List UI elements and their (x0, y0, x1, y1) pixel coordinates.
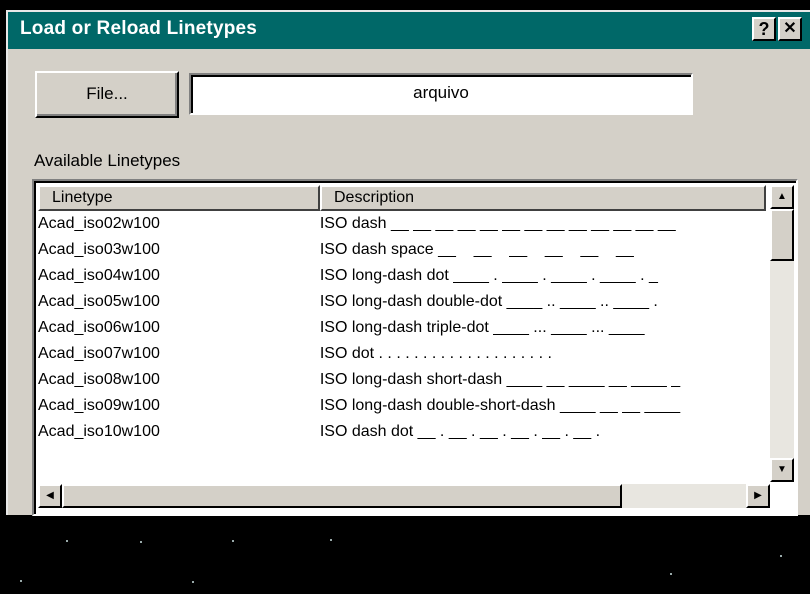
linetype-description: ISO long-dash dot ____ . ____ . ____ . _… (319, 267, 658, 284)
list-item[interactable]: Acad_iso04w100 ISO long-dash dot ____ . _… (38, 263, 766, 289)
vertical-scroll-thumb[interactable] (770, 209, 794, 261)
linetype-name: Acad_iso06w100 (38, 319, 160, 336)
horizontal-scroll-thumb[interactable] (62, 484, 622, 508)
scroll-up-icon[interactable]: ▲ (770, 185, 794, 209)
linetype-name: Acad_iso05w100 (38, 293, 160, 310)
linetype-description: ISO long-dash triple-dot ____ ... ____ .… (319, 319, 645, 336)
vertical-scrollbar[interactable]: ▲ ▼ (770, 185, 794, 482)
file-button-label: File... (86, 84, 128, 103)
background-area (0, 515, 810, 594)
linetype-name: Acad_iso03w100 (38, 241, 160, 258)
list-item[interactable]: Acad_iso07w100 ISO dot . . . . . . . . . … (38, 341, 766, 367)
column-header-description[interactable]: Description (320, 185, 766, 211)
linetype-name: Acad_iso09w100 (38, 397, 160, 414)
linetype-description: ISO dot . . . . . . . . . . . . . . . . … (319, 345, 552, 362)
linetype-description: ISO long-dash double-short-dash ____ __ … (319, 397, 681, 414)
list-item[interactable]: Acad_iso03w100 ISO dash space __ __ __ __… (38, 237, 766, 263)
linetype-description: ISO dash __ __ __ __ __ __ __ __ __ __ _… (319, 215, 676, 232)
linetype-description: ISO long-dash short-dash ____ __ ____ __… (319, 371, 681, 388)
list-item[interactable]: Acad_iso08w100 ISO long-dash short-dash _… (38, 367, 766, 393)
list-item[interactable]: Acad_iso06w100 ISO long-dash triple-dot _… (38, 315, 766, 341)
list-rows: Acad_iso02w100 ISO dash __ __ __ __ __ __… (38, 211, 766, 445)
scroll-down-icon[interactable]: ▼ (770, 458, 794, 482)
linetype-name: Acad_iso08w100 (38, 371, 160, 388)
close-button[interactable]: ✕ (778, 17, 802, 41)
linetype-description: ISO dash space __ __ __ __ __ __ (319, 241, 634, 258)
file-button[interactable]: File... (35, 71, 179, 118)
scroll-right-icon[interactable]: ▶ (746, 484, 770, 508)
linetype-name: Acad_iso02w100 (38, 215, 160, 232)
load-linetypes-dialog: Load or Reload Linetypes ? ✕ File... arq… (6, 10, 810, 516)
filename-field[interactable]: arquivo (189, 73, 693, 115)
linetype-list[interactable]: Linetype Description Acad_iso02w100 ISO d… (32, 179, 798, 516)
available-linetypes-label: Available Linetypes (34, 151, 181, 170)
linetype-name: Acad_iso04w100 (38, 267, 160, 284)
list-item[interactable]: Acad_iso10w100 ISO dash dot __ . __ . __ … (38, 419, 766, 445)
list-item[interactable]: Acad_iso09w100 ISO long-dash double-short… (38, 393, 766, 419)
title-bar: Load or Reload Linetypes ? ✕ (8, 12, 810, 49)
dialog-title: Load or Reload Linetypes (20, 18, 258, 39)
linetype-description: ISO dash dot __ . __ . __ . __ . __ . __… (319, 423, 601, 440)
scroll-left-icon[interactable]: ◀ (38, 484, 62, 508)
list-item[interactable]: Acad_iso02w100 ISO dash __ __ __ __ __ __… (38, 211, 766, 237)
linetype-name: Acad_iso07w100 (38, 345, 160, 362)
list-header: Linetype Description (38, 185, 766, 211)
column-header-linetype[interactable]: Linetype (38, 185, 320, 211)
list-item[interactable]: Acad_iso05w100 ISO long-dash double-dot _… (38, 289, 766, 315)
help-button[interactable]: ? (752, 17, 776, 41)
linetype-description: ISO long-dash double-dot ____ .. ____ ..… (319, 293, 658, 310)
linetype-name: Acad_iso10w100 (38, 423, 160, 440)
horizontal-scrollbar[interactable]: ◀ ▶ (38, 484, 770, 508)
